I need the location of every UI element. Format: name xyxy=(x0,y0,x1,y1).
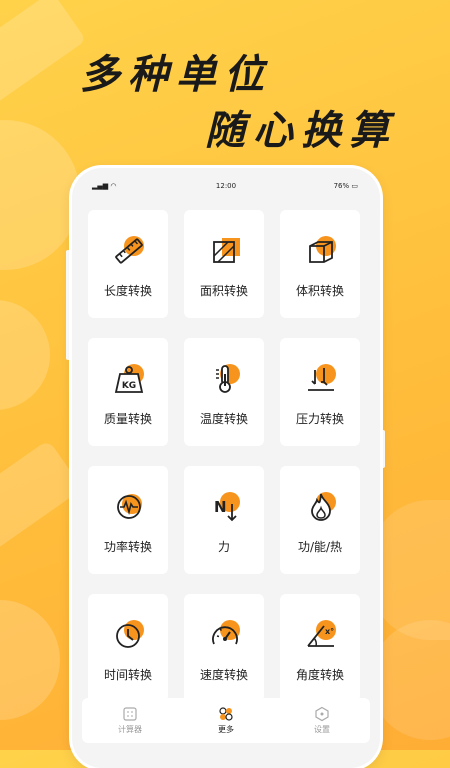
tab-label: 设置 xyxy=(314,725,330,734)
bg-decoration xyxy=(0,120,80,270)
converter-card-label: 面积转换 xyxy=(199,284,248,298)
converter-card-label: 温度转换 xyxy=(199,412,248,426)
bottom-tab-bar: 计算器 更多 设置 xyxy=(82,698,370,743)
converter-card-label: 功率转换 xyxy=(103,540,152,554)
converter-card-label: 时间转换 xyxy=(103,668,152,682)
converter-card[interactable]: 长度转换 xyxy=(88,210,168,318)
status-bar: ▂▄▆ ◠ 12:00 76% ▭ xyxy=(72,180,380,194)
converter-card[interactable]: 压力转换 xyxy=(280,338,360,446)
power-pulse-icon xyxy=(117,494,142,519)
converter-card-label: 力 xyxy=(217,540,230,554)
pressure-icon xyxy=(308,364,336,391)
phone-side-button xyxy=(66,250,70,360)
converter-card-label: 长度转换 xyxy=(103,284,152,298)
kg-weight-icon: KG xyxy=(114,364,144,393)
phone-side-button xyxy=(381,430,385,468)
bg-decoration xyxy=(0,300,50,410)
battery-percent: 76% xyxy=(333,182,350,190)
tab-more[interactable]: 更多 xyxy=(196,706,256,735)
force-newton-icon: N xyxy=(214,492,240,522)
speedometer-icon xyxy=(212,620,240,645)
settings-hex-icon xyxy=(315,706,329,722)
converter-card-label: 质量转换 xyxy=(103,412,152,426)
calculator-icon xyxy=(123,707,137,721)
angle-icon: x° xyxy=(307,620,336,647)
converter-card-label: 体积转换 xyxy=(295,284,344,298)
tab-settings[interactable]: 设置 xyxy=(292,706,352,735)
svg-text:x°: x° xyxy=(325,627,334,636)
converter-card[interactable]: 体积转换 xyxy=(280,210,360,318)
bg-decoration xyxy=(0,600,60,720)
bg-decoration xyxy=(370,620,450,740)
battery-icon: ▭ xyxy=(351,182,358,190)
battery-indicator: 76% ▭ xyxy=(334,182,358,190)
converter-card-label: 压力转换 xyxy=(295,412,344,426)
tab-calculator[interactable]: 计算器 xyxy=(100,706,160,735)
converter-card-label: 角度转换 xyxy=(295,668,344,682)
flame-icon xyxy=(311,492,336,521)
phone-mockup: ▂▄▆ ◠ 12:00 76% ▭ 长度转换 面积转换 体积转换 KG 质量转换 温度转换… xyxy=(72,168,380,768)
converter-card[interactable]: 速度转换 xyxy=(184,594,264,702)
headline-line-1: 多种单位 xyxy=(80,52,272,98)
converter-card[interactable]: KG 质量转换 xyxy=(88,338,168,446)
svg-text:KG: KG xyxy=(122,381,136,391)
cube-icon xyxy=(309,236,336,263)
clock-icon xyxy=(116,620,144,648)
converter-card-label: 功/能/热 xyxy=(297,540,343,554)
bg-decoration xyxy=(0,0,87,109)
tab-label: 更多 xyxy=(218,725,234,734)
tab-label: 计算器 xyxy=(118,725,142,734)
converter-card[interactable]: 温度转换 xyxy=(184,338,264,446)
converter-card[interactable]: 功/能/热 xyxy=(280,466,360,574)
converter-card[interactable]: x° 角度转换 xyxy=(280,594,360,702)
converter-card[interactable]: 功率转换 xyxy=(88,466,168,574)
converter-card[interactable]: 面积转换 xyxy=(184,210,264,318)
converter-card[interactable]: N力 xyxy=(184,466,264,574)
ruler-icon xyxy=(115,236,144,264)
bg-decoration xyxy=(0,439,83,581)
converter-card[interactable]: 时间转换 xyxy=(88,594,168,702)
bg-decoration xyxy=(370,500,450,640)
svg-text:N: N xyxy=(214,498,227,516)
converter-card-label: 速度转换 xyxy=(199,668,248,682)
headline-line-2: 随心换算 xyxy=(205,108,397,154)
area-square-icon xyxy=(213,238,240,263)
more-grid-icon xyxy=(219,707,233,721)
thermometer-icon xyxy=(216,364,240,393)
